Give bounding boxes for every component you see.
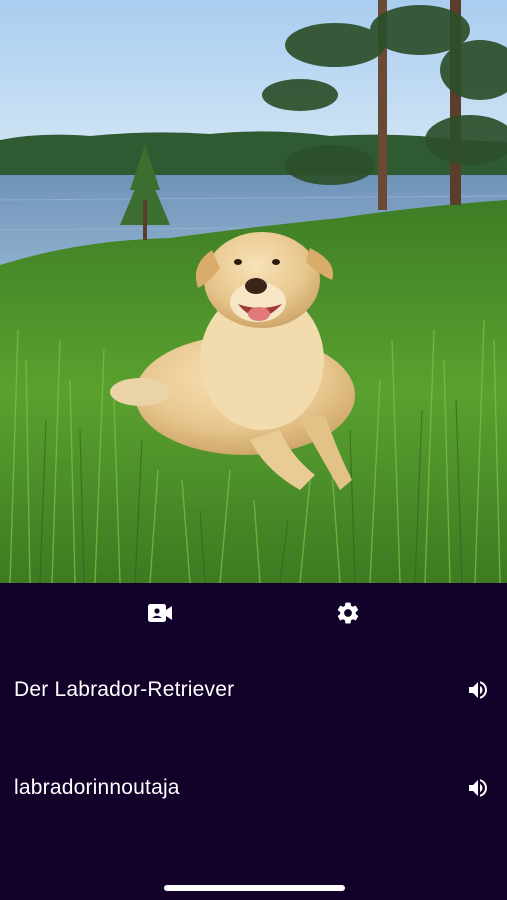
translation-text: Der Labrador-Retriever bbox=[14, 678, 235, 701]
translation-panel: Der Labrador-Retriever labradorinnoutaja bbox=[0, 583, 507, 900]
speak-button-german[interactable] bbox=[461, 673, 495, 707]
home-indicator[interactable] bbox=[164, 885, 345, 891]
camera-photo bbox=[0, 0, 507, 583]
video-camera-icon bbox=[148, 604, 172, 622]
settings-button[interactable] bbox=[330, 595, 366, 631]
video-camera-button[interactable] bbox=[142, 595, 178, 631]
translation-text: labradorinnoutaja bbox=[14, 776, 180, 799]
translation-row-german: Der Labrador-Retriever bbox=[0, 662, 507, 718]
gear-icon bbox=[337, 602, 359, 624]
toolbar bbox=[0, 583, 507, 643]
speaker-icon bbox=[469, 779, 487, 797]
speaker-icon bbox=[469, 681, 487, 699]
speak-button-finnish[interactable] bbox=[461, 771, 495, 805]
translation-row-finnish: labradorinnoutaja bbox=[0, 760, 507, 816]
labrador-photo bbox=[0, 0, 507, 583]
